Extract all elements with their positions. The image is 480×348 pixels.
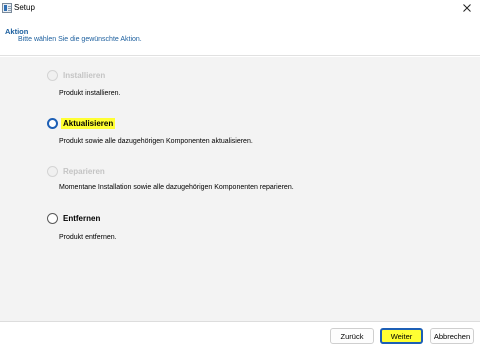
- option-desc-entfernen: Produkt entfernen.: [59, 234, 117, 241]
- radio-installieren: [47, 70, 58, 81]
- title-bar: Setup: [0, 0, 480, 17]
- option-label-aktualisieren[interactable]: Aktualisieren: [61, 118, 116, 129]
- radio-reparieren: [47, 166, 58, 177]
- option-label-entfernen[interactable]: Entfernen: [61, 213, 102, 224]
- radio-aktualisieren[interactable]: [47, 118, 58, 129]
- close-icon[interactable]: [460, 1, 474, 15]
- back-button[interactable]: Zurück: [330, 328, 374, 344]
- radio-entfernen[interactable]: [47, 213, 58, 224]
- option-label-installieren: Installieren: [63, 71, 106, 80]
- page-title: Aktion: [5, 27, 29, 36]
- option-desc-reparieren: Momentane Installation sowie alle dazuge…: [59, 184, 294, 191]
- option-desc-aktualisieren: Produkt sowie alle dazugehörigen Kompone…: [59, 138, 253, 145]
- window-title: Setup: [14, 3, 35, 12]
- setup-app-icon: [2, 3, 12, 13]
- wizard-header: Aktion Bitte wählen Sie die gewünschte A…: [0, 17, 480, 56]
- option-desc-installieren: Produkt installieren.: [59, 90, 121, 97]
- option-label-reparieren: Reparieren: [63, 167, 105, 176]
- page-subtitle: Bitte wählen Sie die gewünschte Aktion.: [18, 36, 142, 43]
- cancel-button[interactable]: Abbrechen: [430, 328, 474, 344]
- next-button[interactable]: Weiter: [380, 328, 423, 344]
